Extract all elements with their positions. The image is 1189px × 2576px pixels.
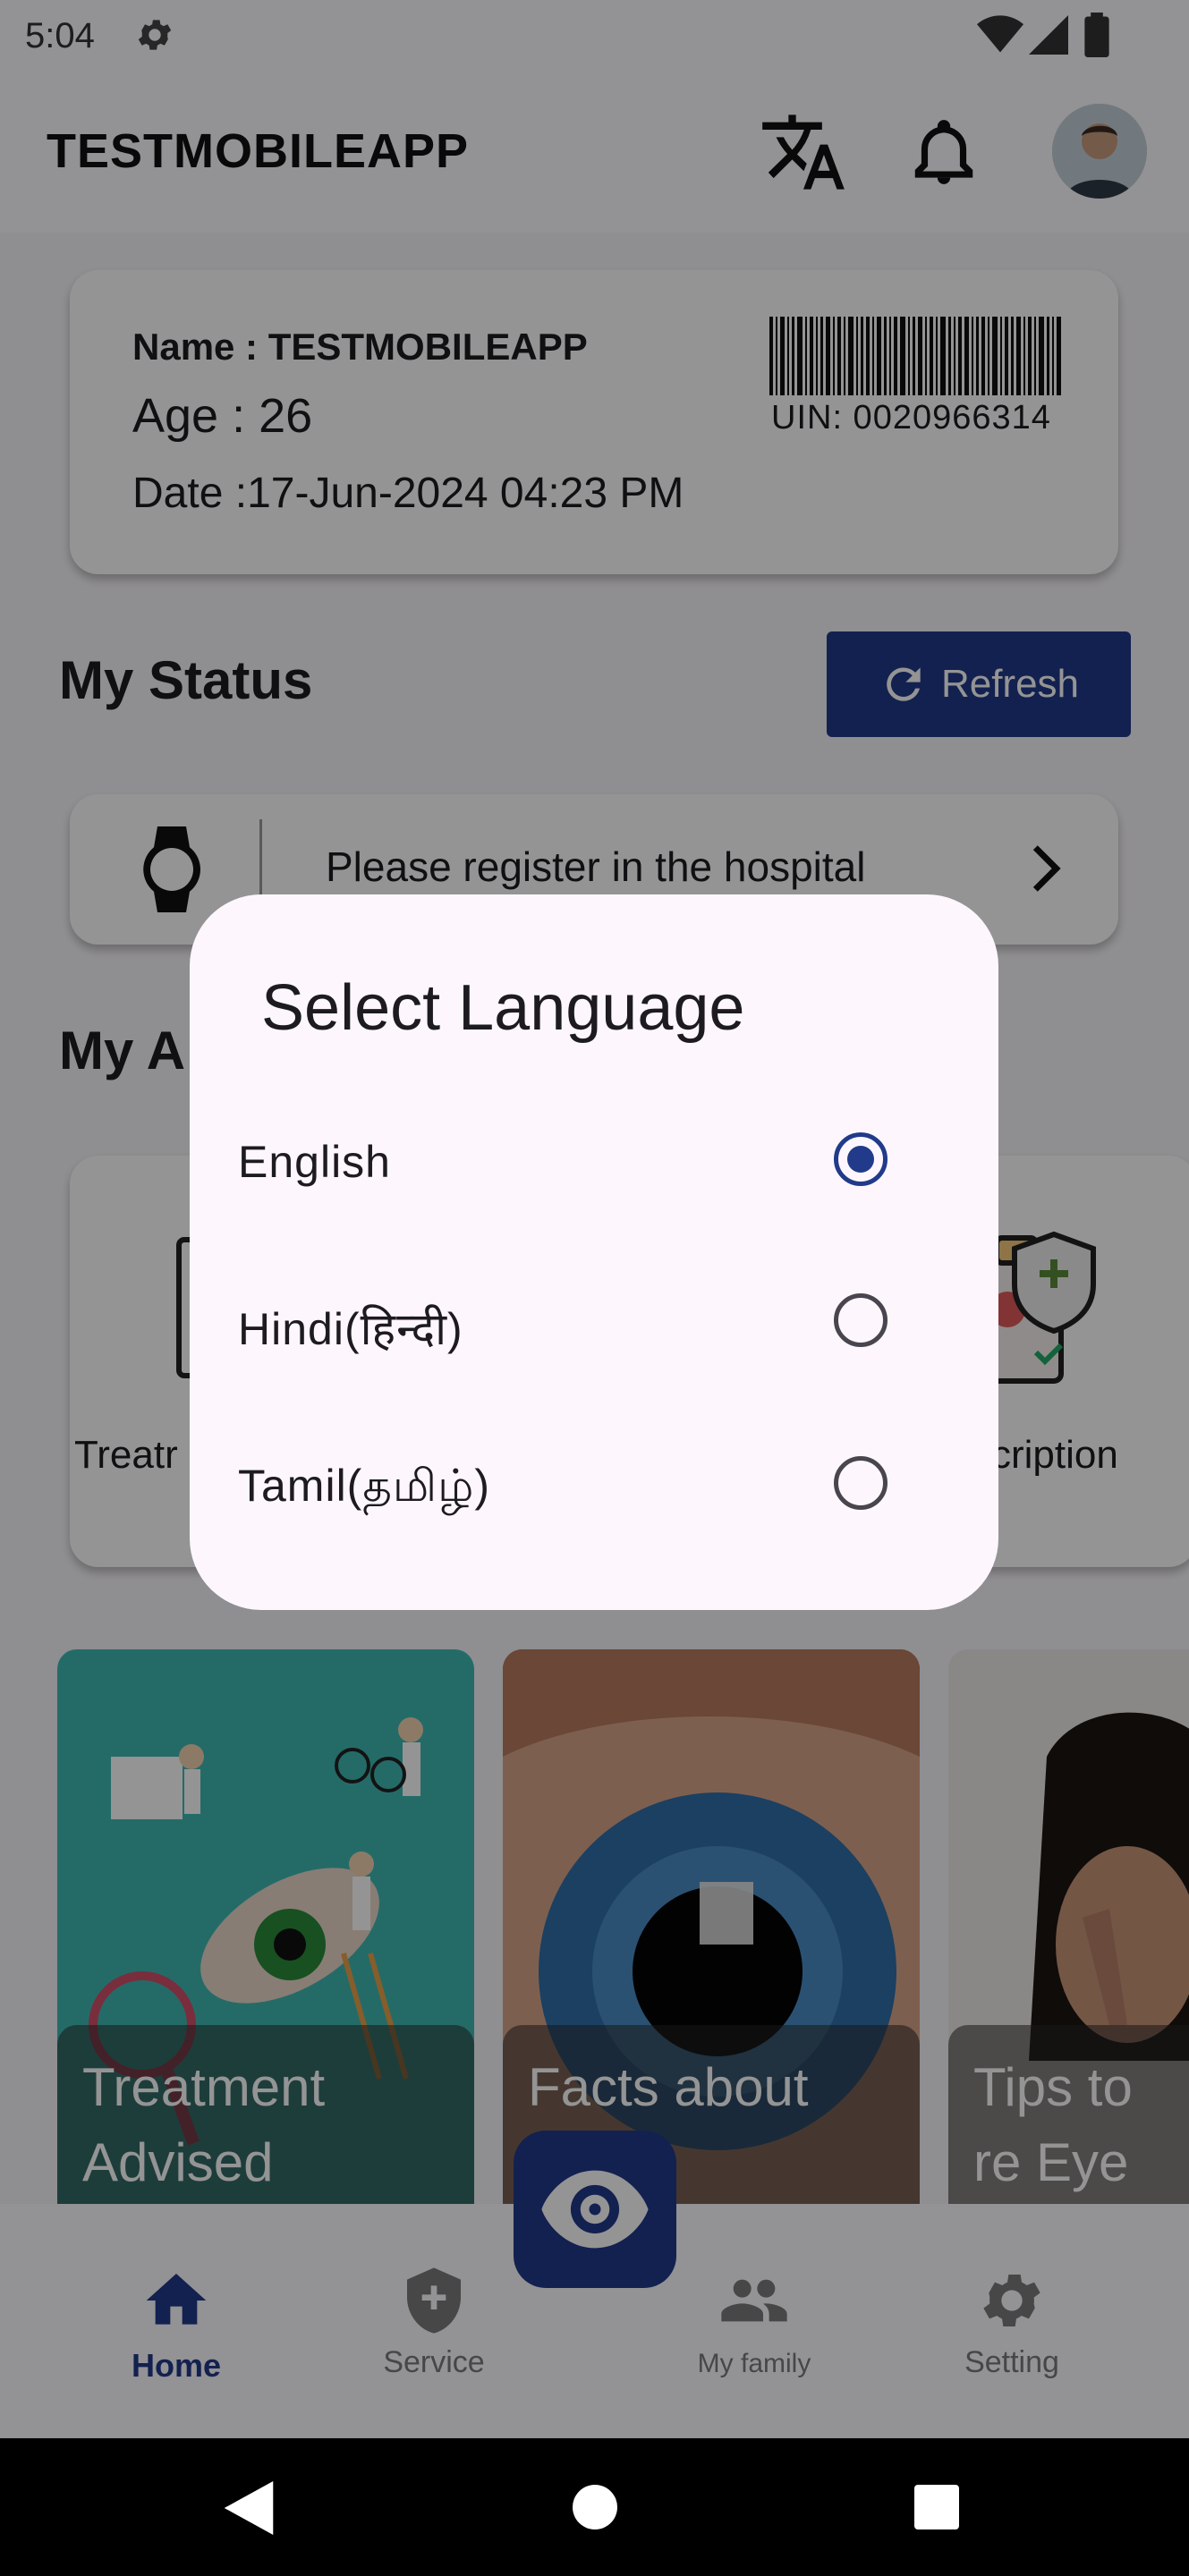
system-home-icon[interactable] xyxy=(573,2485,617,2529)
back-icon[interactable] xyxy=(224,2481,274,2535)
system-navigation-bar xyxy=(0,2438,1189,2576)
radio-tamil[interactable] xyxy=(834,1456,888,1510)
language-option-english[interactable]: English xyxy=(190,1084,998,1236)
recents-icon[interactable] xyxy=(914,2485,959,2529)
radio-english[interactable] xyxy=(834,1132,888,1186)
language-option-tamil[interactable]: Tamil(தமிழ்) xyxy=(190,1408,998,1560)
radio-hindi[interactable] xyxy=(834,1293,888,1347)
dialog-title: Select Language xyxy=(261,972,745,1044)
select-language-dialog: Select Language English Hindi(हिन्दी) Ta… xyxy=(190,894,998,1610)
language-label-hindi: Hindi(हिन्दी) xyxy=(238,1304,463,1354)
language-label-tamil: Tamil(தமிழ்) xyxy=(238,1461,490,1511)
language-option-hindi[interactable]: Hindi(हिन्दी) xyxy=(190,1245,998,1397)
language-label-english: English xyxy=(238,1137,391,1187)
